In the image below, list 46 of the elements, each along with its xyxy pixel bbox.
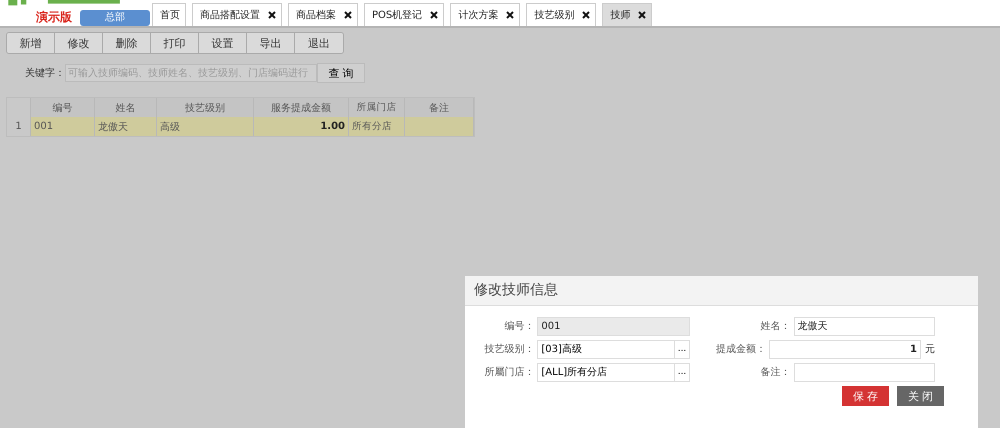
toolbar-button[interactable]: 导出: [247, 33, 295, 53]
toolbar-button[interactable]: 退出: [295, 33, 343, 53]
toolbar-button[interactable]: 打印: [151, 33, 199, 53]
table-cell: 001: [31, 117, 95, 136]
field-label: 备注：: [760, 366, 792, 379]
table-cell: 所有分店: [349, 117, 405, 136]
save-button[interactable]: 保 存: [842, 386, 889, 406]
toolbar-button[interactable]: 设置: [199, 33, 247, 53]
close-button[interactable]: 关 闭: [897, 386, 944, 406]
table-cell: 1.00: [254, 117, 349, 136]
text-field[interactable]: 龙傲天: [794, 316, 935, 336]
text-field[interactable]: [794, 362, 935, 382]
tab[interactable]: POS机登记: [364, 3, 444, 26]
toolbar-button[interactable]: 新增: [7, 33, 55, 53]
keyword-label: 关键字：: [25, 66, 65, 80]
field-label: 提成金额：: [715, 342, 767, 356]
close-icon[interactable]: [268, 11, 276, 19]
tab[interactable]: 技艺级别: [526, 3, 596, 26]
table-cell: 高级: [157, 117, 254, 136]
tab[interactable]: 商品搭配设置: [192, 3, 282, 26]
row-number: 1: [7, 117, 31, 136]
toolbar-button[interactable]: 修改: [55, 33, 103, 53]
close-icon[interactable]: [582, 11, 590, 19]
dialog-title: 修改技师信息: [465, 276, 978, 306]
number-field[interactable]: 001: [537, 316, 690, 336]
field-label: 所屬门店：: [483, 366, 536, 379]
close-icon[interactable]: [344, 11, 352, 19]
amount-field[interactable]: 1: [769, 340, 921, 358]
picker-field[interactable]: [03]高级 ...: [537, 340, 690, 358]
close-icon[interactable]: [638, 11, 646, 19]
tab[interactable]: 商品档案: [288, 3, 358, 26]
tab[interactable]: 计次方案: [450, 3, 520, 26]
table-row[interactable]: 1 001 龙傲天 高级 1.00 所有分店: [7, 117, 474, 136]
close-icon[interactable]: [506, 11, 514, 19]
query-button[interactable]: 查 询: [317, 63, 365, 83]
tab[interactable]: 首页: [152, 3, 186, 26]
tab[interactable]: 技师: [602, 3, 652, 26]
toolbar-button[interactable]: 删除: [103, 33, 151, 53]
picker-field[interactable]: [ALL]所有分店 ...: [537, 362, 690, 382]
unit-label: 元: [925, 343, 935, 356]
field-label: 技艺级别：: [483, 342, 536, 356]
table-cell: 龙傲天: [95, 117, 157, 136]
field-label: 编号：: [503, 320, 536, 333]
close-icon[interactable]: [430, 11, 438, 19]
edition-label: 演示版: [36, 9, 72, 26]
field-label: 姓名：: [760, 320, 792, 333]
